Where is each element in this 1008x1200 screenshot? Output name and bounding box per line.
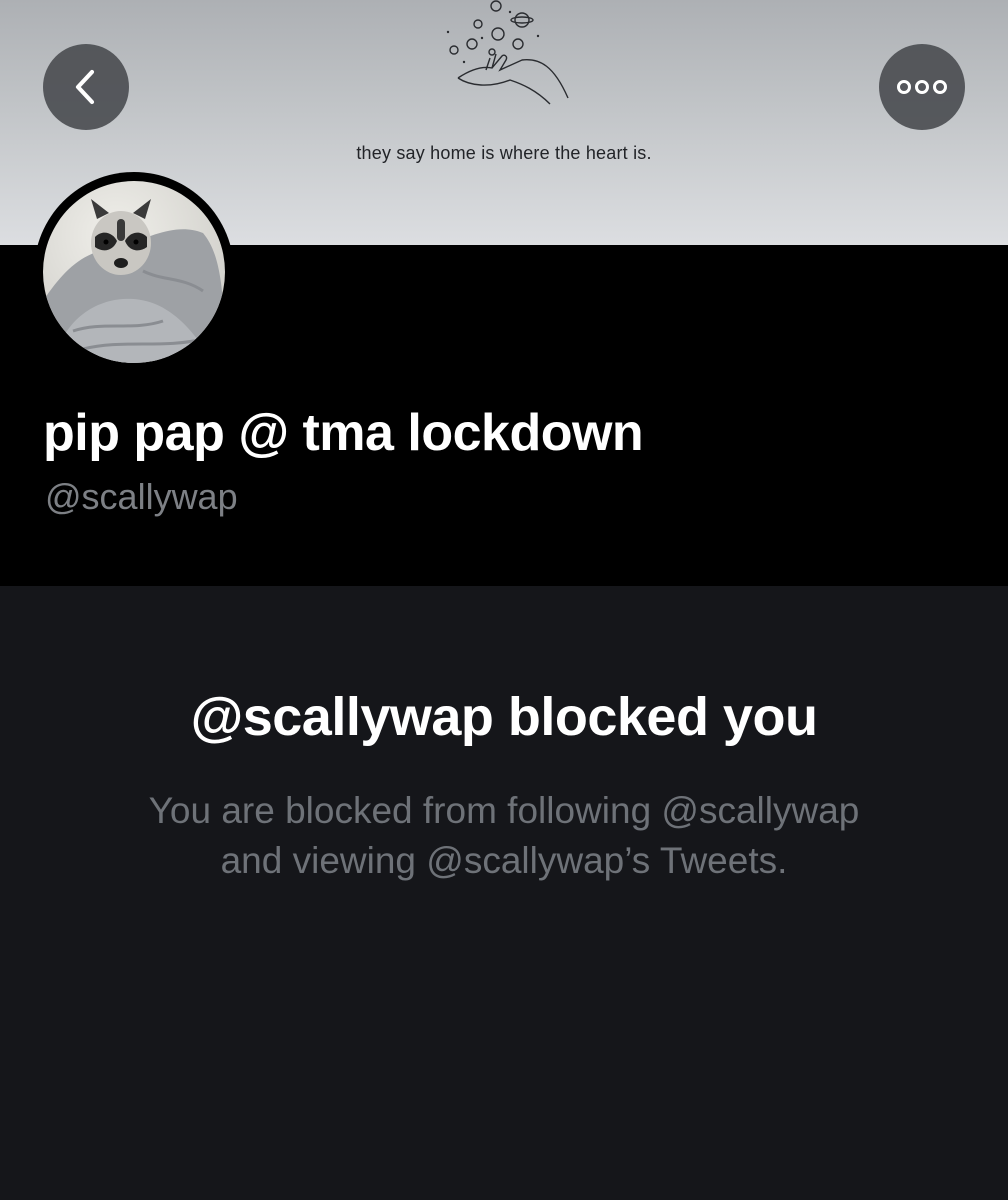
profile-screen: they say home is where the heart is. pip…: [0, 0, 1008, 1200]
banner-quote: they say home is where the heart is.: [356, 143, 652, 163]
avatar[interactable]: [34, 172, 234, 372]
blocked-notice: @scallywap blocked you You are blocked f…: [0, 586, 1008, 1200]
more-horizontal-icon: [897, 80, 947, 94]
chevron-left-icon: [75, 69, 95, 105]
blocked-title: @scallywap blocked you: [190, 687, 818, 747]
blocked-message: You are blocked from following @scallywa…: [80, 786, 928, 886]
back-button[interactable]: [43, 44, 129, 130]
more-options-button[interactable]: [879, 44, 965, 130]
blocked-message-line-1: You are blocked from following @scallywa…: [148, 790, 860, 831]
raccoon-avatar-icon: [43, 199, 225, 363]
display-name: pip pap @ tma lockdown: [43, 404, 644, 462]
banner-illustration: [446, 0, 569, 105]
profile-handle: @scallywap: [45, 476, 238, 517]
blocked-message-line-2: and viewing @scallywap’s Tweets.: [220, 840, 788, 881]
avatar-image: [43, 181, 225, 363]
